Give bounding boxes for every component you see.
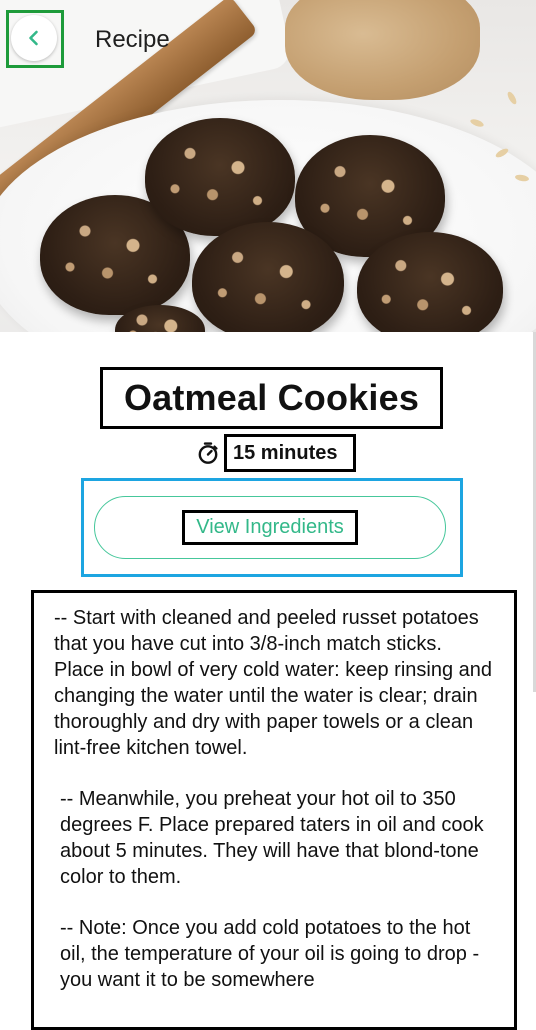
recipe-hero-image <box>0 0 536 332</box>
recipe-title-box: Oatmeal Cookies <box>100 367 443 429</box>
recipe-time: 15 minutes <box>196 434 357 472</box>
view-ingredients-label-box: View Ingredients <box>182 510 358 545</box>
instructions-box[interactable]: -- Start with cleaned and peeled russet … <box>31 590 517 1030</box>
view-ingredients-label: View Ingredients <box>196 516 344 538</box>
view-ingredients-button[interactable]: View Ingredients <box>94 496 446 559</box>
time-box: 15 minutes <box>224 434 357 472</box>
recipe-title: Oatmeal Cookies <box>123 377 420 418</box>
instruction-paragraph: -- Note: Once you add cold potatoes to t… <box>60 917 485 991</box>
back-button-focus-outline <box>6 10 64 68</box>
instruction-paragraph: -- Start with cleaned and peeled russet … <box>54 607 498 759</box>
time-label: 15 minutes <box>233 441 338 464</box>
header-title: Recipe <box>95 26 170 53</box>
instruction-paragraph: -- Meanwhile, you preheat your hot oil t… <box>60 788 490 888</box>
timer-icon <box>198 442 218 464</box>
